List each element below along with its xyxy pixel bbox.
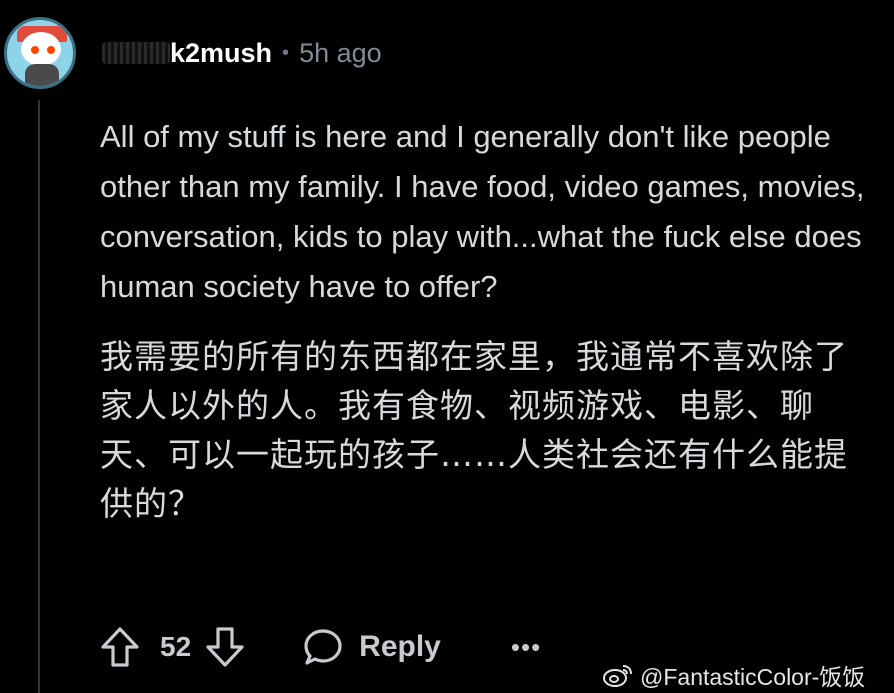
avatar-eye bbox=[47, 46, 55, 54]
downvote-icon[interactable] bbox=[203, 625, 247, 669]
more-icon[interactable]: ••• bbox=[511, 632, 541, 663]
comment-text-zh: 我需要的所有的东西都在家里，我通常不喜欢除了家人以外的人。我有食物、视频游戏、电… bbox=[100, 337, 848, 523]
comment-bubble-icon bbox=[301, 625, 345, 669]
comment-actions: 52 Reply ••• bbox=[98, 620, 541, 674]
reply-label: Reply bbox=[359, 630, 441, 663]
comment-screen: k2mush • 5h ago All of my stuff is here … bbox=[0, 0, 894, 693]
avatar[interactable] bbox=[4, 17, 76, 89]
comment-meta: k2mush • 5h ago bbox=[102, 38, 382, 69]
username[interactable]: k2mush bbox=[170, 38, 272, 69]
watermark-text: @FantasticColor-饭饭 bbox=[640, 664, 866, 690]
vote-score: 52 bbox=[160, 631, 192, 662]
reply-button[interactable]: Reply bbox=[301, 625, 441, 669]
timestamp[interactable]: 5h ago bbox=[299, 38, 382, 69]
comment-header: k2mush • 5h ago bbox=[4, 8, 382, 98]
watermark: @FantasticColor-饭饭 bbox=[602, 658, 865, 692]
avatar-head bbox=[21, 32, 61, 66]
meta-separator: • bbox=[282, 41, 290, 64]
avatar-eye bbox=[31, 46, 39, 54]
avatar-body bbox=[25, 64, 59, 86]
comment-body: All of my stuff is here and I generally … bbox=[100, 112, 880, 548]
thread-line[interactable] bbox=[38, 100, 40, 693]
weibo-icon bbox=[602, 662, 634, 688]
upvote-icon[interactable] bbox=[98, 625, 142, 669]
redacted-username-part bbox=[102, 42, 170, 64]
comment-text-en: All of my stuff is here and I generally … bbox=[100, 119, 865, 304]
